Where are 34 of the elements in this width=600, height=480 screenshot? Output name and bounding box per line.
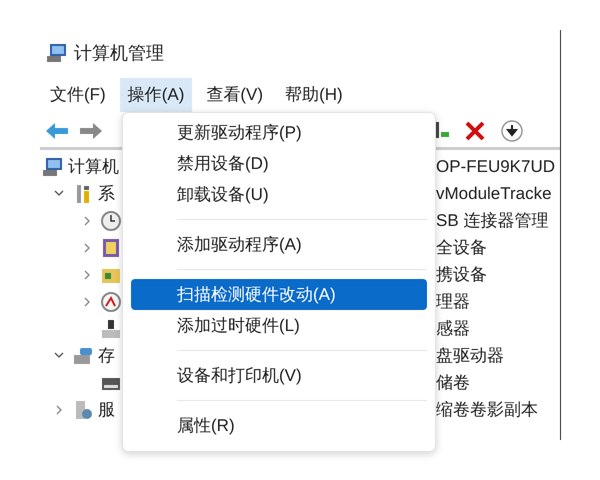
detail-item-label[interactable]: 感器 — [436, 316, 470, 342]
forward-arrow-icon[interactable] — [78, 120, 104, 140]
detail-item-label[interactable]: SB 连接器管理 — [436, 208, 548, 234]
context-menu-item[interactable]: 添加驱动程序(A) — [131, 229, 427, 260]
context-menu-item[interactable]: 更新驱动程序(P) — [131, 117, 427, 148]
tree-item-label[interactable]: 计算机 — [68, 154, 119, 180]
tree-item-label[interactable]: 系 — [98, 180, 115, 206]
menu-bar-item[interactable]: 操作(A) — [120, 78, 192, 112]
detail-item-label[interactable]: 缩卷卷影副本 — [436, 396, 538, 422]
detail-item-label[interactable]: 理器 — [436, 288, 470, 314]
detail-item-label[interactable]: 盘驱动器 — [436, 342, 504, 368]
detail-item-label[interactable]: 携设备 — [436, 262, 487, 288]
device-manager-icon — [100, 318, 122, 340]
detail-item-label[interactable]: OP-FEU9K7UD — [436, 154, 556, 180]
menu-bar-item[interactable]: 帮助(H) — [277, 78, 351, 112]
back-arrow-icon[interactable] — [44, 120, 70, 140]
context-menu-item[interactable]: 设备和打印机(V) — [131, 360, 427, 391]
window-title: 计算机管理 — [74, 42, 164, 64]
tree-item-label[interactable]: 服 — [98, 396, 115, 422]
context-menu-item[interactable]: 添加过时硬件(L) — [131, 310, 427, 341]
computer-icon — [42, 156, 64, 178]
menu-bar-item[interactable]: 文件(F) — [42, 78, 114, 112]
context-menu-item[interactable]: 扫描检测硬件改动(A) — [131, 279, 427, 310]
menu-bar-item[interactable]: 查看(V) — [198, 78, 272, 112]
detail-item-label[interactable]: 全设备 — [436, 234, 487, 260]
tree-item-label[interactable]: 存 — [98, 342, 115, 368]
delete-icon[interactable] — [464, 120, 486, 142]
detail-item-label[interactable]: 储卷 — [436, 370, 470, 396]
download-icon[interactable] — [500, 118, 524, 142]
computer-icon — [46, 42, 68, 64]
context-menu-item[interactable]: 属性(R) — [131, 410, 427, 441]
context-menu-item[interactable]: 禁用设备(D) — [131, 148, 427, 179]
detail-item-label[interactable]: vModuleTracke — [436, 180, 552, 206]
context-menu-item[interactable]: 卸载设备(U) — [131, 179, 427, 210]
